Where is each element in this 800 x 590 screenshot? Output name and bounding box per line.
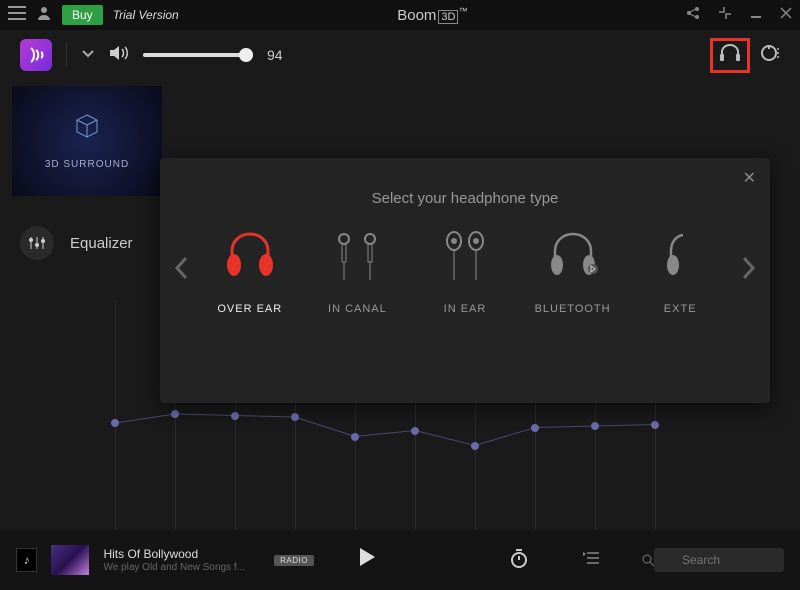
chevron-down-icon[interactable] xyxy=(81,46,95,64)
album-art[interactable] xyxy=(51,545,89,575)
tm-mark: ™ xyxy=(458,6,467,16)
source-app-icon[interactable]: ♪ xyxy=(16,548,37,572)
app-name-text: Boom xyxy=(397,7,436,24)
eq-band-dot[interactable] xyxy=(471,442,479,450)
track-subtitle: We play Old and New Songs f... xyxy=(103,562,260,573)
headphone-carousel: OVER EAR IN CANAL IN EAR BLUETOOTH EXTE xyxy=(160,207,770,315)
headphone-option-label: OVER EAR xyxy=(217,303,282,315)
divider xyxy=(66,43,67,67)
app-suffix: 3D xyxy=(438,10,458,24)
trial-label: Trial Version xyxy=(113,8,179,22)
menu-icon[interactable] xyxy=(8,6,26,25)
carousel-prev-icon[interactable] xyxy=(166,256,196,287)
headphone-option-in-ear[interactable]: IN EAR xyxy=(414,227,516,315)
headphone-button-highlight xyxy=(710,38,750,73)
eq-band-dot[interactable] xyxy=(531,424,539,432)
user-icon[interactable] xyxy=(36,5,52,26)
eq-band-dot[interactable] xyxy=(231,412,239,420)
search-wrap xyxy=(634,548,784,572)
toolbar: 94 xyxy=(0,30,800,80)
eq-band-dot[interactable] xyxy=(591,422,599,430)
headphone-type-icon xyxy=(545,227,601,287)
headphone-type-icon xyxy=(332,227,382,287)
window-controls xyxy=(686,6,792,25)
close-icon[interactable] xyxy=(780,6,792,25)
volume-thumb[interactable] xyxy=(239,48,253,62)
equalizer-row: Equalizer xyxy=(20,226,133,260)
carousel-next-icon[interactable] xyxy=(734,256,764,287)
main-area: 3D SURROUND Equalizer ✕ Select your head… xyxy=(0,80,800,530)
app-logo-icon[interactable] xyxy=(20,39,52,71)
headphone-options: OVER EAR IN CANAL IN EAR BLUETOOTH EXTE xyxy=(196,227,734,315)
surround-tile[interactable]: 3D SURROUND xyxy=(12,86,162,196)
play-button-icon[interactable] xyxy=(358,547,376,573)
cube-icon xyxy=(74,113,100,145)
eq-band-dot[interactable] xyxy=(171,410,179,418)
headphone-option-bluetooth[interactable]: BLUETOOTH xyxy=(522,227,624,315)
equalizer-knob-icon[interactable] xyxy=(20,226,54,260)
radio-badge: RADIO xyxy=(274,555,314,566)
volume-fill xyxy=(143,53,246,57)
volume-value: 94 xyxy=(267,47,283,63)
queue-icon[interactable] xyxy=(582,551,600,570)
playbar: ♪ Hits Of Bollywood We play Old and New … xyxy=(0,530,800,590)
headphone-option-in-canal[interactable]: IN CANAL xyxy=(306,227,408,315)
share-icon[interactable] xyxy=(686,6,700,25)
headphone-option-label: IN EAR xyxy=(444,303,487,315)
app-title: Boom3D™ xyxy=(189,6,676,24)
modal-close-icon[interactable]: ✕ xyxy=(743,168,756,188)
headphone-option-label: BLUETOOTH xyxy=(535,303,611,315)
eq-band-dot[interactable] xyxy=(291,413,299,421)
eq-band-dot[interactable] xyxy=(111,419,119,427)
surround-label: 3D SURROUND xyxy=(45,159,129,170)
track-info: Hits Of Bollywood We play Old and New So… xyxy=(103,547,260,573)
eq-band-dot[interactable] xyxy=(351,433,359,441)
headphone-modal: ✕ Select your headphone type OVER EAR IN … xyxy=(160,158,770,403)
minimize-icon[interactable] xyxy=(750,6,762,25)
search-input[interactable] xyxy=(654,548,784,572)
titlebar: Buy Trial Version Boom3D™ xyxy=(0,0,800,30)
eq-band-dot[interactable] xyxy=(411,427,419,435)
headphone-option-over-ear[interactable]: OVER EAR xyxy=(199,227,301,315)
settings-icon[interactable] xyxy=(760,43,780,68)
eq-band-dot[interactable] xyxy=(651,421,659,429)
headphone-type-icon xyxy=(222,227,278,287)
headphone-type-icon xyxy=(665,227,695,287)
speaker-icon[interactable] xyxy=(109,44,129,67)
modal-title: Select your headphone type xyxy=(160,158,770,207)
headphone-option-label: EXTE xyxy=(664,303,697,315)
headphone-icon[interactable] xyxy=(719,43,741,68)
timer-icon[interactable] xyxy=(510,548,528,573)
headphone-type-icon xyxy=(440,227,490,287)
buy-button[interactable]: Buy xyxy=(62,5,103,25)
collapse-icon[interactable] xyxy=(718,6,732,25)
track-title: Hits Of Bollywood xyxy=(103,547,260,561)
volume-slider[interactable] xyxy=(143,53,253,57)
headphone-option-exte[interactable]: EXTE xyxy=(629,227,731,315)
equalizer-label: Equalizer xyxy=(70,235,133,252)
headphone-option-label: IN CANAL xyxy=(328,303,387,315)
